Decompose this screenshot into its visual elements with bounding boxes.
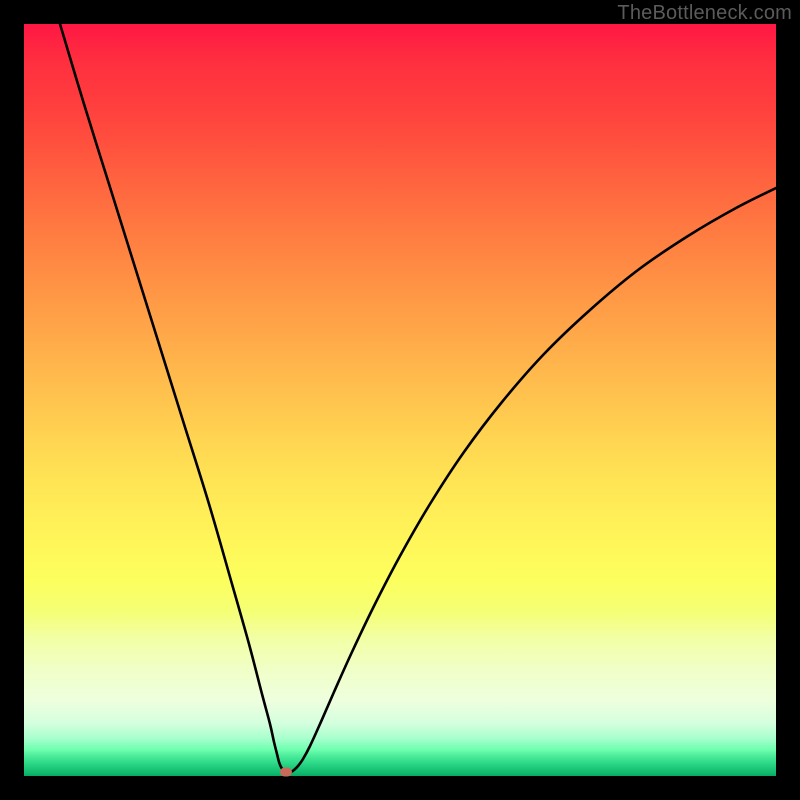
plot-area xyxy=(24,24,776,776)
chart-wrap: TheBottleneck.com xyxy=(0,0,800,800)
curve-svg xyxy=(24,24,776,776)
attribution-text: TheBottleneck.com xyxy=(617,2,792,25)
curve-path xyxy=(60,24,776,773)
optimum-marker xyxy=(280,768,292,777)
